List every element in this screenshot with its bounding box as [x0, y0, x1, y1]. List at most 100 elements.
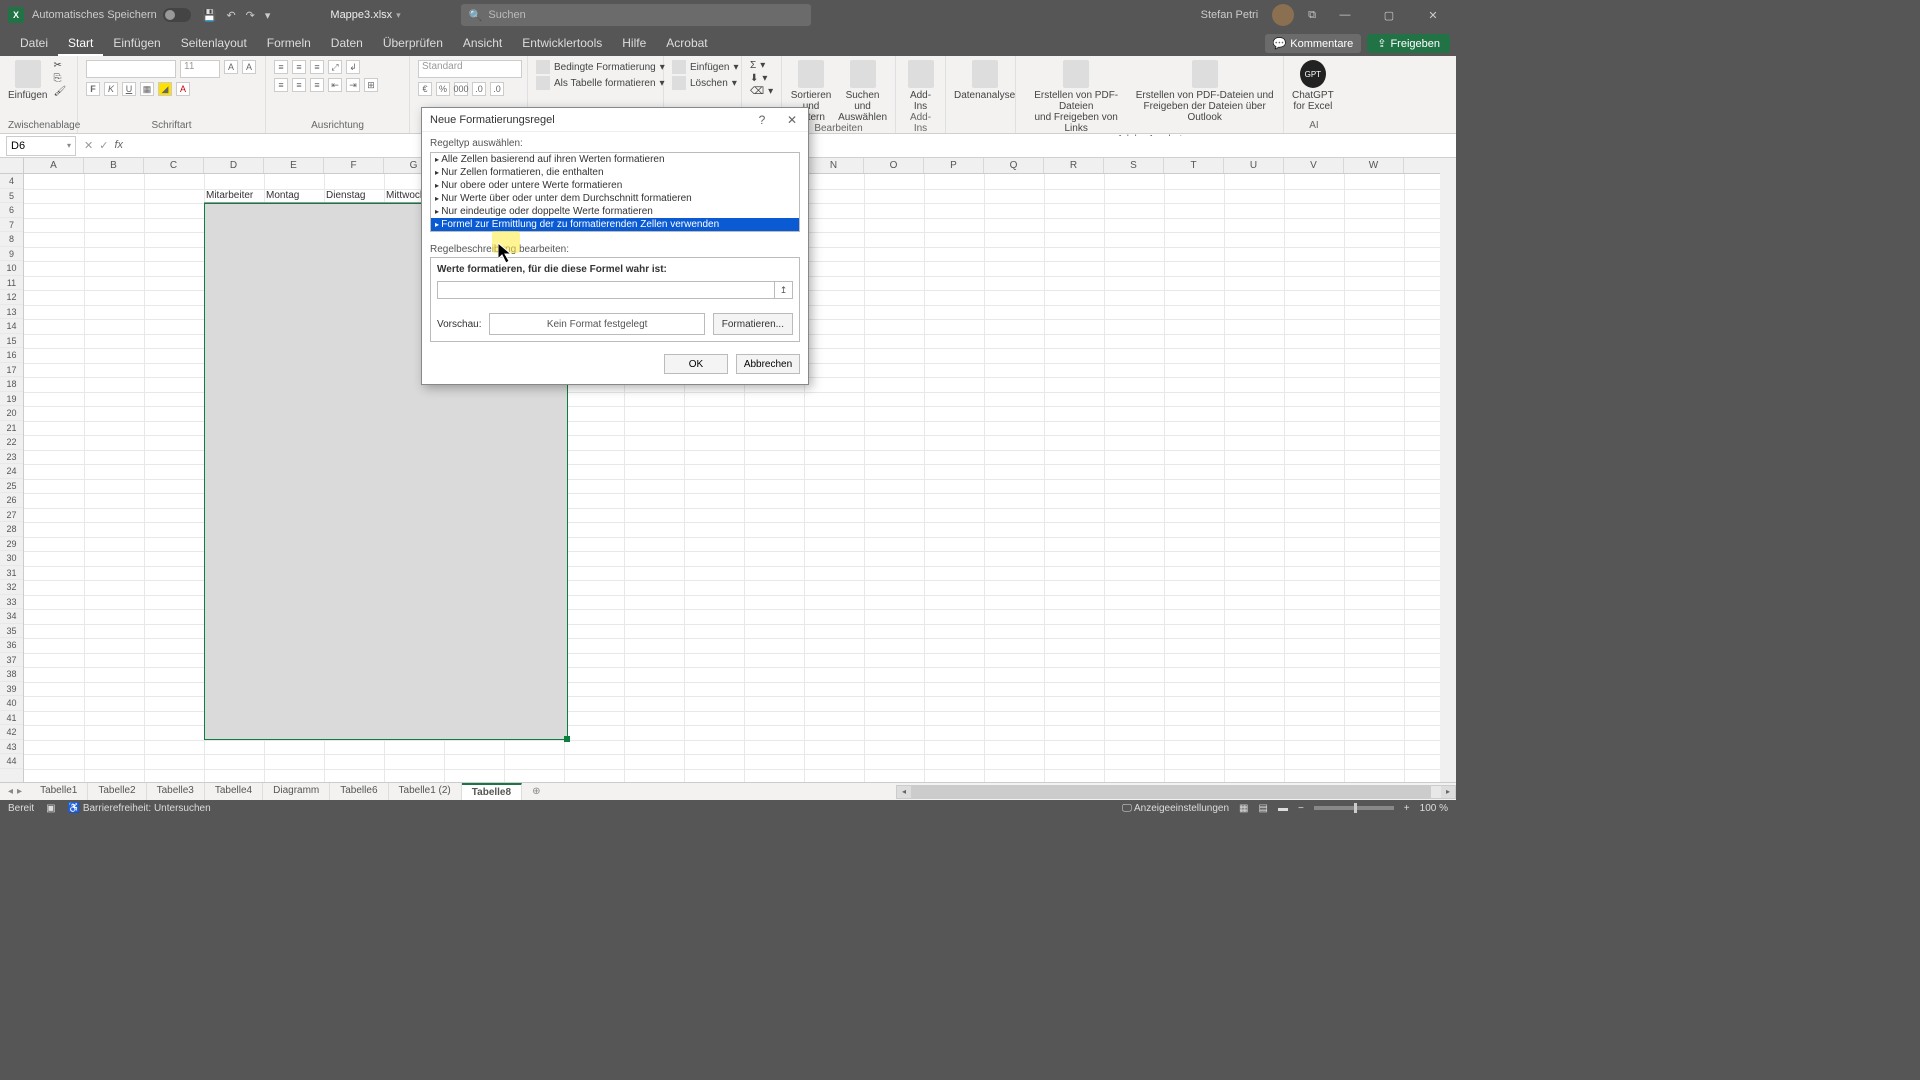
sheet-tab[interactable]: Tabelle1 (2) [389, 783, 462, 800]
decrease-font-icon[interactable]: A [242, 60, 256, 74]
notification-icon[interactable]: ⧉ [1308, 9, 1316, 22]
row-header-26[interactable]: 26 [0, 493, 23, 508]
delete-cells-button[interactable]: Löschen▾ [672, 76, 739, 90]
ribbon-tab-einfügen[interactable]: Einfügen [103, 32, 170, 56]
column-header-F[interactable]: F [324, 158, 384, 173]
format-painter-icon[interactable]: 🖌 [53, 86, 66, 97]
row-header-8[interactable]: 8 [0, 232, 23, 247]
ribbon-tab-überprüfen[interactable]: Überprüfen [373, 32, 453, 56]
normal-view-icon[interactable]: ▦ [1239, 803, 1248, 814]
ok-button[interactable]: OK [664, 354, 728, 374]
align-right-icon[interactable]: ≡ [310, 78, 324, 92]
merge-icon[interactable]: ⊞ [364, 78, 378, 92]
page-break-view-icon[interactable]: ▬ [1278, 803, 1288, 814]
search-box[interactable]: 🔍 Suchen [461, 4, 811, 26]
column-header-Q[interactable]: Q [984, 158, 1044, 173]
column-header-C[interactable]: C [144, 158, 204, 173]
rule-type-option[interactable]: Formel zur Ermittlung der zu formatieren… [431, 218, 799, 231]
column-header-D[interactable]: D [204, 158, 264, 173]
align-bottom-icon[interactable]: ≡ [310, 60, 324, 74]
column-header-A[interactable]: A [24, 158, 84, 173]
orientation-icon[interactable]: ⤢ [328, 60, 342, 74]
format-button[interactable]: Formatieren... [713, 313, 793, 335]
row-header-42[interactable]: 42 [0, 725, 23, 740]
zoom-slider[interactable] [1314, 806, 1394, 810]
align-middle-icon[interactable]: ≡ [292, 60, 306, 74]
increase-decimal-icon[interactable]: .0 [472, 82, 486, 96]
row-header-23[interactable]: 23 [0, 450, 23, 465]
row-header-37[interactable]: 37 [0, 653, 23, 668]
ribbon-tab-hilfe[interactable]: Hilfe [612, 32, 656, 56]
bold-icon[interactable]: F [86, 82, 100, 96]
thousands-icon[interactable]: 000 [454, 82, 468, 96]
decrease-decimal-icon[interactable]: .0 [490, 82, 504, 96]
column-header-S[interactable]: S [1104, 158, 1164, 173]
rule-formula-input[interactable] [437, 281, 775, 299]
display-settings-button[interactable]: 🖵 Anzeigeeinstellungen [1122, 803, 1229, 814]
row-header-27[interactable]: 27 [0, 508, 23, 523]
sheet-nav-first-icon[interactable]: ◂ [8, 786, 13, 797]
ribbon-tab-ansicht[interactable]: Ansicht [453, 32, 512, 56]
autosave-toggle[interactable]: Automatisches Speichern [32, 8, 191, 22]
qat-dropdown-icon[interactable]: ▾ [265, 9, 271, 22]
fx-icon[interactable]: fx [114, 139, 123, 152]
table-header-cell[interactable]: Montag [264, 189, 324, 204]
data-analysis-button[interactable]: Datenanalyse [954, 60, 1015, 101]
column-header-O[interactable]: O [864, 158, 924, 173]
rule-type-option[interactable]: Nur eindeutige oder doppelte Werte forma… [431, 205, 799, 218]
row-header-32[interactable]: 32 [0, 580, 23, 595]
column-header-W[interactable]: W [1344, 158, 1404, 173]
align-left-icon[interactable]: ≡ [274, 78, 288, 92]
column-header-R[interactable]: R [1044, 158, 1104, 173]
row-header-28[interactable]: 28 [0, 522, 23, 537]
underline-icon[interactable]: U [122, 82, 136, 96]
select-all-corner[interactable] [0, 158, 24, 174]
row-header-41[interactable]: 41 [0, 711, 23, 726]
row-header-19[interactable]: 19 [0, 392, 23, 407]
zoom-level[interactable]: 100 % [1420, 803, 1448, 814]
row-header-30[interactable]: 30 [0, 551, 23, 566]
border-icon[interactable]: ▦ [140, 82, 154, 96]
acrobat-create-button[interactable]: Erstellen von PDF-Dateien und Freigeben … [1024, 60, 1128, 134]
row-header-25[interactable]: 25 [0, 479, 23, 494]
cancel-button[interactable]: Abbrechen [736, 354, 800, 374]
column-header-T[interactable]: T [1164, 158, 1224, 173]
row-header-20[interactable]: 20 [0, 406, 23, 421]
row-header-9[interactable]: 9 [0, 247, 23, 262]
horizontal-scrollbar[interactable]: ◂ ▸ [896, 785, 1456, 799]
name-box[interactable]: D6▾ [6, 136, 76, 156]
column-header-P[interactable]: P [924, 158, 984, 173]
rule-type-option[interactable]: Nur obere oder untere Werte formatieren [431, 179, 799, 192]
share-button[interactable]: ⇪Freigeben [1367, 34, 1450, 53]
row-header-29[interactable]: 29 [0, 537, 23, 552]
italic-icon[interactable]: K [104, 82, 118, 96]
row-header-14[interactable]: 14 [0, 319, 23, 334]
sheet-tab[interactable]: Tabelle3 [147, 783, 205, 800]
number-format-combo[interactable]: Standard [418, 60, 522, 78]
conditional-formatting-button[interactable]: Bedingte Formatierung▾ [536, 60, 665, 74]
acrobat-share-button[interactable]: Erstellen von PDF-Dateien und Freigeben … [1134, 60, 1275, 123]
scroll-right-icon[interactable]: ▸ [1441, 786, 1455, 798]
user-name[interactable]: Stefan Petri [1201, 9, 1258, 21]
enter-formula-icon[interactable]: ✓ [99, 139, 108, 152]
copy-icon[interactable]: ⎘ [53, 73, 66, 84]
sheet-tab[interactable]: Diagramm [263, 783, 330, 800]
scroll-thumb[interactable] [911, 786, 1431, 798]
row-header-35[interactable]: 35 [0, 624, 23, 639]
ribbon-tab-entwicklertools[interactable]: Entwicklertools [512, 32, 612, 56]
ribbon-tab-acrobat[interactable]: Acrobat [656, 32, 717, 56]
sheet-tab[interactable]: Tabelle2 [88, 783, 146, 800]
row-header-5[interactable]: 5 [0, 189, 23, 204]
row-header-38[interactable]: 38 [0, 667, 23, 682]
row-header-16[interactable]: 16 [0, 348, 23, 363]
cancel-formula-icon[interactable]: ✕ [84, 139, 93, 152]
fill-color-icon[interactable]: ◢ [158, 82, 172, 96]
format-as-table-button[interactable]: Als Tabelle formatieren▾ [536, 76, 665, 90]
cut-icon[interactable]: ✂ [53, 60, 66, 71]
increase-font-icon[interactable]: A [224, 60, 238, 74]
row-header-44[interactable]: 44 [0, 754, 23, 769]
ribbon-tab-formeln[interactable]: Formeln [257, 32, 321, 56]
fill-button[interactable]: ⬇▾ [750, 73, 773, 84]
dialog-close-button[interactable]: ✕ [784, 113, 800, 127]
chatgpt-button[interactable]: GPT ChatGPT for Excel [1292, 60, 1334, 112]
